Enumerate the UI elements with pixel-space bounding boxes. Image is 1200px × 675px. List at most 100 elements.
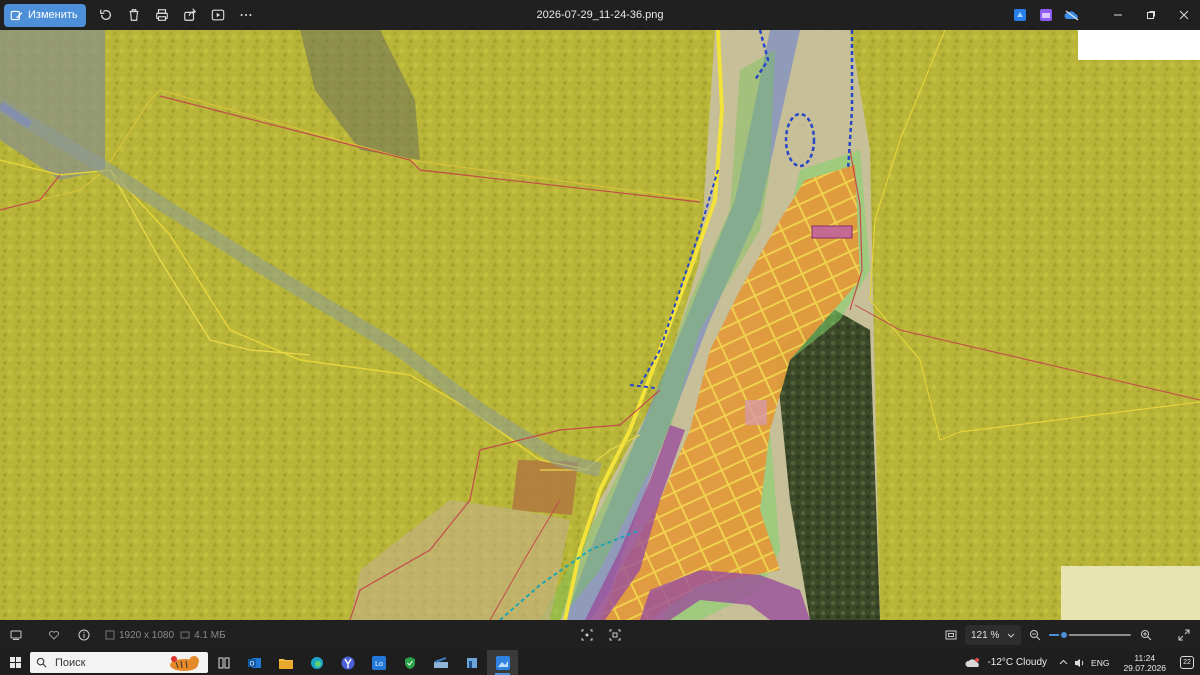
- delete-icon: [129, 9, 138, 21]
- print-icon: [155, 9, 168, 21]
- zoom-slider[interactable]: [1049, 630, 1131, 640]
- image-dimensions: 1920 x 1080: [105, 630, 174, 641]
- title-bar: Изменить 2026-07-29_11-24-36.png: [0, 0, 1200, 30]
- image-canvas[interactable]: [0, 30, 1200, 620]
- share-button[interactable]: [176, 2, 204, 28]
- expand-icon: [1178, 629, 1190, 641]
- edit-image-icon: [10, 10, 23, 20]
- print-button[interactable]: [148, 2, 176, 28]
- minimize-button[interactable]: [1101, 0, 1134, 30]
- notifications-count: 22: [1183, 659, 1191, 666]
- outlook-button[interactable]: O: [239, 650, 270, 675]
- map-legend-placeholder: [1078, 30, 1200, 60]
- scanner-button[interactable]: [425, 650, 456, 675]
- svg-text:Lo: Lo: [375, 661, 383, 668]
- video-editor-icon: [1040, 9, 1052, 21]
- zoom-level-value: 121 %: [971, 629, 1000, 641]
- more-icon: [240, 13, 252, 17]
- onedrive-button[interactable]: [1061, 0, 1083, 30]
- favorite-button[interactable]: [39, 620, 69, 650]
- slideshow-button[interactable]: [204, 2, 232, 28]
- zoom-slider-thumb[interactable]: [1058, 630, 1069, 640]
- slideshow-icon: [211, 9, 224, 21]
- clipchamp-button[interactable]: [1009, 0, 1031, 30]
- clock-time: 11:24: [1134, 652, 1156, 663]
- minimize-icon: [1113, 14, 1122, 16]
- lo-app-button[interactable]: Lo: [363, 650, 394, 675]
- fit-window-icon: [945, 630, 957, 640]
- cloudy-weather-icon: [965, 657, 980, 667]
- viewer-status-bar: 1920 x 1080 4.1 МБ 121 %: [0, 620, 1200, 650]
- task-view-button[interactable]: [208, 650, 239, 675]
- task-view-icon: [218, 657, 229, 668]
- rotate-icon: [99, 9, 111, 20]
- windows-logo-icon: [9, 657, 21, 668]
- windows-taskbar: Поиск O Lo -12°C Cloudy ENG 11:24 29.07.…: [0, 650, 1200, 675]
- share-icon: [183, 8, 196, 21]
- start-button[interactable]: [0, 650, 30, 675]
- dimensions-value: 1920 x 1080: [119, 629, 175, 641]
- visual-search-button[interactable]: [600, 620, 630, 650]
- search-placeholder: Поиск: [55, 656, 86, 669]
- visual-search-icon: [609, 629, 621, 641]
- file-explorer-button[interactable]: [270, 650, 301, 675]
- system-tray: -12°C Cloudy ENG 11:24 29.07.2026 22: [965, 650, 1200, 675]
- close-icon: [1179, 10, 1188, 20]
- cadastral-map: [0, 30, 1200, 620]
- outlook-icon: O: [247, 657, 261, 668]
- map-corner-overlay: [1061, 566, 1200, 620]
- video-editor-button[interactable]: [1035, 0, 1057, 30]
- zoom-in-icon: [1141, 630, 1152, 641]
- photos-button[interactable]: [487, 650, 518, 675]
- search-highlight-tiger-icon: [170, 656, 199, 671]
- delete-button[interactable]: [120, 2, 148, 28]
- restore-button[interactable]: [1134, 0, 1167, 30]
- fit-to-window-button[interactable]: [936, 620, 966, 650]
- edit-button-label: Изменить: [28, 9, 78, 21]
- security-button[interactable]: [394, 650, 425, 675]
- filesize-value: 4.1 МБ: [194, 629, 226, 641]
- clipchamp-icon: [1014, 9, 1026, 21]
- lo-app-icon: Lo: [371, 655, 386, 670]
- storage-icon: [180, 631, 190, 639]
- yandex-browser-icon: [341, 656, 354, 669]
- search-icon: [36, 657, 47, 668]
- edit-button[interactable]: Изменить: [4, 3, 86, 27]
- yandex-browser-button[interactable]: [332, 650, 363, 675]
- edge-button[interactable]: [301, 650, 332, 675]
- window-controls: [1009, 0, 1200, 30]
- svg-text:O: O: [249, 661, 254, 667]
- chevron-up-icon[interactable]: [1059, 658, 1068, 667]
- restore-icon: [1146, 11, 1155, 19]
- taskbar-search[interactable]: Поиск: [30, 652, 208, 673]
- app-icon: [466, 657, 477, 668]
- photos-icon: [495, 655, 510, 670]
- fullscreen-button[interactable]: [1169, 620, 1199, 650]
- input-language[interactable]: ENG: [1091, 658, 1109, 668]
- crop-button[interactable]: [572, 620, 602, 650]
- edge-icon: [310, 656, 323, 669]
- filmstrip-icon: [10, 630, 22, 640]
- more-button[interactable]: [232, 2, 260, 28]
- zoom-in-button[interactable]: [1131, 620, 1161, 650]
- chevron-down-icon: [1007, 633, 1015, 638]
- app-button[interactable]: [456, 650, 487, 675]
- onedrive-icon: [1064, 10, 1079, 21]
- heart-icon: [48, 630, 60, 640]
- clock-date: 29.07.2026: [1123, 662, 1166, 673]
- crop-icon: [581, 629, 593, 641]
- weather-text[interactable]: -12°C Cloudy: [987, 657, 1047, 668]
- rotate-button[interactable]: [92, 2, 120, 28]
- close-button[interactable]: [1167, 0, 1200, 30]
- zoom-level-dropdown[interactable]: 121 %: [965, 625, 1021, 645]
- folder-icon: [278, 658, 293, 669]
- image-filesize: 4.1 МБ: [180, 630, 226, 641]
- zoom-out-button[interactable]: [1020, 620, 1050, 650]
- file-info-button[interactable]: [69, 620, 99, 650]
- zoom-out-icon: [1030, 630, 1041, 641]
- shield-icon: [404, 656, 415, 669]
- volume-icon[interactable]: [1074, 658, 1085, 668]
- clock[interactable]: 11:24 29.07.2026: [1123, 653, 1166, 673]
- notifications-badge[interactable]: 22: [1180, 656, 1194, 669]
- filmstrip-button[interactable]: [1, 620, 31, 650]
